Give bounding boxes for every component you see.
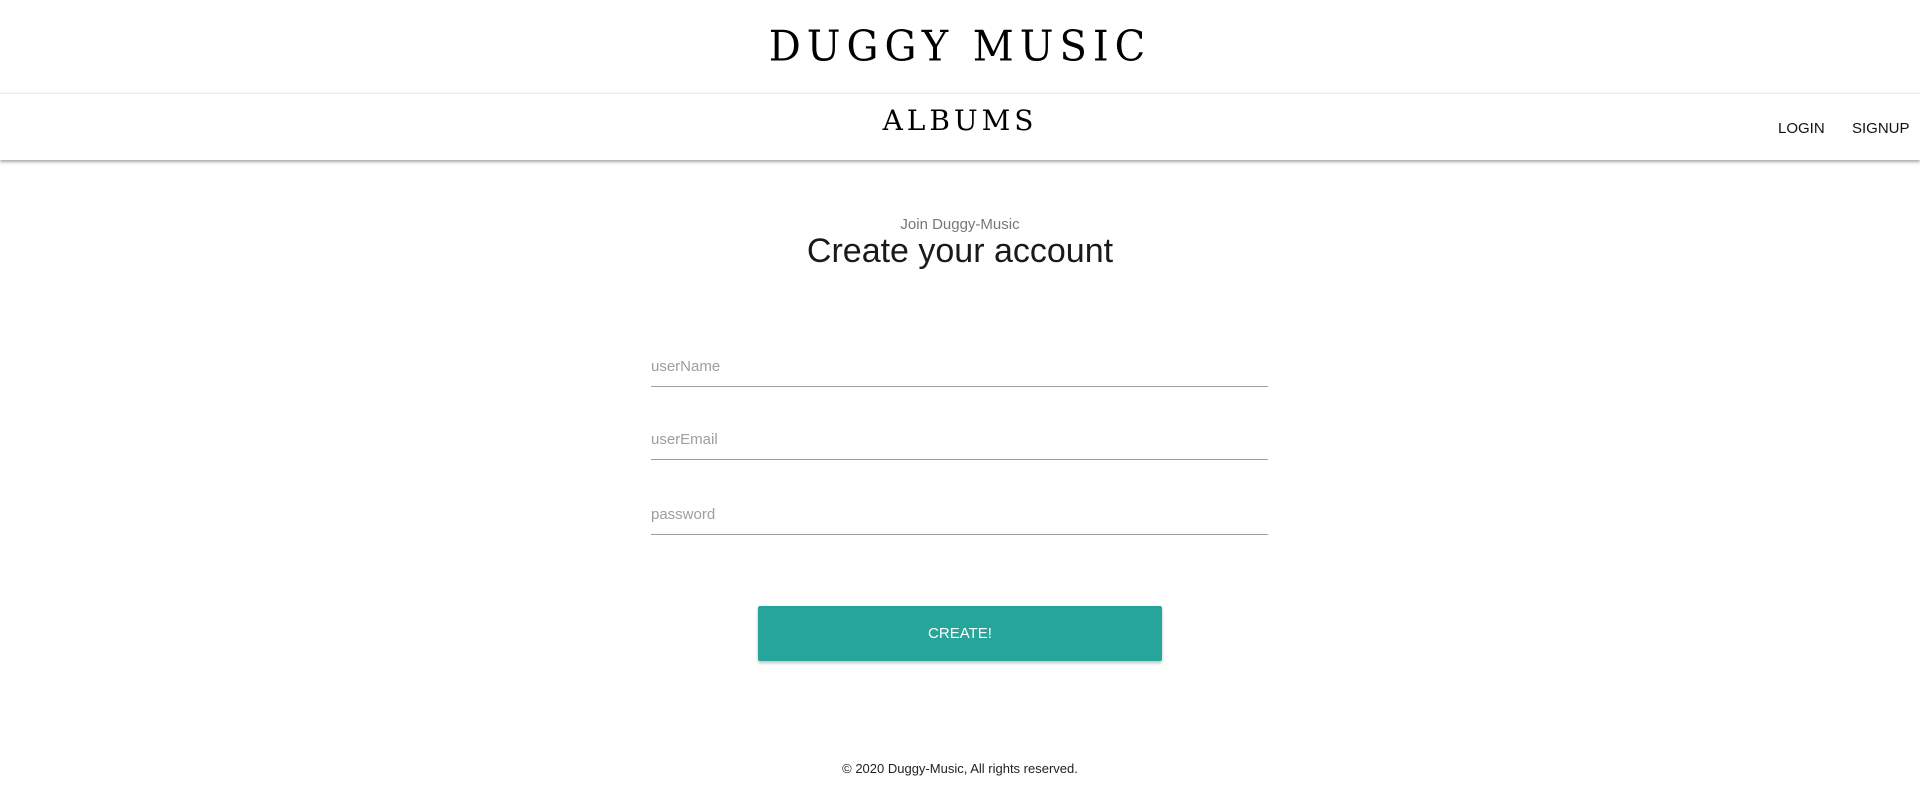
- username-input[interactable]: [651, 346, 1268, 387]
- nav-login-link[interactable]: LOGIN: [1778, 120, 1825, 137]
- site-header: DUGGY MUSIC: [0, 0, 1920, 93]
- brand-logo[interactable]: DUGGY MUSIC: [769, 22, 1152, 70]
- form-subtitle: Join Duggy-Music: [900, 216, 1020, 233]
- nav-signup-link[interactable]: SIGNUP: [1852, 120, 1910, 137]
- email-input[interactable]: [651, 419, 1268, 460]
- create-account-button[interactable]: CREATE!: [758, 606, 1162, 661]
- nav-albums-link[interactable]: ALBUMS: [0, 104, 1920, 137]
- footer-copyright: © 2020 Duggy-Music, All rights reserved.: [842, 761, 1078, 776]
- nav-bar: ALBUMS LOGIN SIGNUP: [0, 93, 1920, 160]
- password-input[interactable]: [651, 494, 1268, 535]
- page-title: Create your account: [806, 232, 1114, 270]
